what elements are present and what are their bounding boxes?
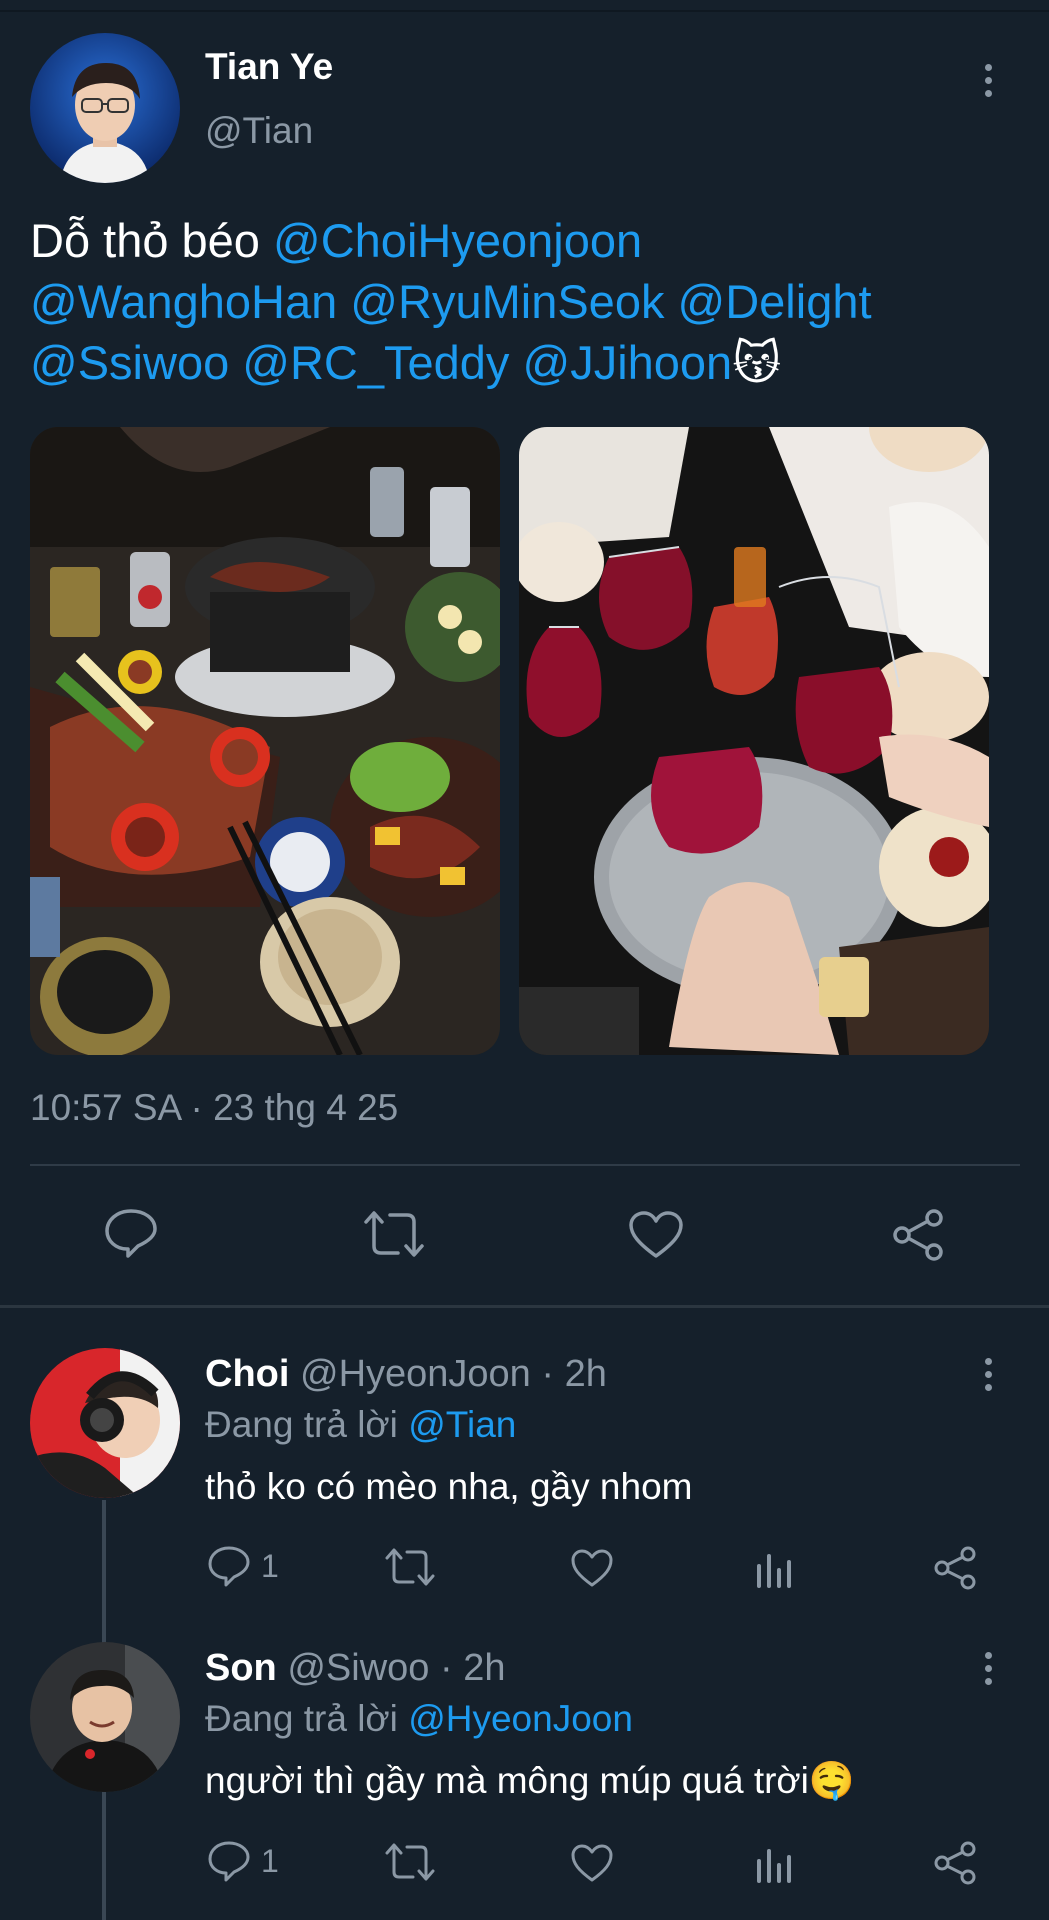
reply-author-name[interactable]: Son: [205, 1647, 277, 1689]
mention-link[interactable]: @ChoiHyeonjoon: [273, 214, 642, 267]
comment-icon: [208, 1546, 250, 1587]
reply-count: 1: [261, 1842, 279, 1879]
reply-text-body: người thì gầy mà mông múp quá trời: [205, 1760, 809, 1801]
reply-author-handle[interactable]: @Siwoo: [287, 1647, 429, 1689]
mention-links[interactable]: @WanghoHan @RyuMinSeok @Delight: [30, 271, 1020, 332]
reply-icon[interactable]: [104, 1208, 158, 1258]
reply-comment-button[interactable]: 1: [207, 1545, 279, 1587]
reply-analytics-icon[interactable]: [754, 1548, 794, 1593]
reply-time: · 2h: [429, 1647, 506, 1689]
reply-avatar[interactable]: [30, 1348, 180, 1498]
author-avatar[interactable]: [30, 33, 180, 183]
like-icon[interactable]: [628, 1210, 684, 1260]
replying-to-label: Đang trả lời: [205, 1698, 409, 1739]
reply-time: · 2h: [530, 1353, 607, 1395]
replying-to-label: Đang trả lời: [205, 1404, 409, 1445]
korean-bbq-table-photo[interactable]: [30, 427, 500, 1055]
red-wine-toast-photo[interactable]: [519, 427, 989, 1055]
more-options-icon[interactable]: [981, 64, 995, 97]
tweet-timestamp: 10:57 SA · 23 thg 4 25: [30, 1087, 399, 1128]
emoji: 🤤: [808, 1760, 855, 1801]
reply-author-handle[interactable]: @HyeonJoon: [300, 1353, 531, 1395]
reply-text: người thì gầy mà mông múp quá trời🤤: [205, 1760, 855, 1803]
reply-more-options-icon[interactable]: [981, 1358, 995, 1391]
reply-author-name[interactable]: Choi: [205, 1353, 289, 1395]
replies-divider: [0, 1305, 1049, 1308]
retweet-icon[interactable]: [362, 1208, 426, 1260]
replying-to-link[interactable]: @HyeonJoon: [408, 1698, 633, 1739]
tweet-text: Dỗ thỏ béo @ChoiHyeonjoon @WanghoHan @Ry…: [30, 210, 1020, 393]
reply-avatar[interactable]: [30, 1642, 180, 1792]
reply-header: Son @Siwoo · 2h: [205, 1647, 505, 1690]
share-icon[interactable]: [890, 1208, 946, 1262]
thread-line: [102, 1792, 106, 1920]
reply-analytics-icon[interactable]: [754, 1843, 794, 1888]
reply-retweet-icon[interactable]: [384, 1546, 436, 1593]
stats-divider: [30, 1164, 1020, 1166]
tweet-text-prefix: Dỗ thỏ béo: [30, 214, 274, 267]
top-divider: [0, 10, 1049, 12]
reply-share-icon[interactable]: [933, 1546, 977, 1595]
reply-comment-button[interactable]: 1: [207, 1840, 279, 1882]
reply-like-icon[interactable]: [570, 1843, 614, 1888]
mention-links[interactable]: @Ssiwoo @RC_Teddy @JJihoon: [30, 336, 732, 389]
reply-text: thỏ ko có mèo nha, gầy nhom: [205, 1466, 693, 1507]
reply-retweet-icon[interactable]: [384, 1841, 436, 1888]
author-name[interactable]: Tian Ye: [205, 46, 333, 88]
reply-like-icon[interactable]: [570, 1548, 614, 1593]
emoji: 😽: [732, 336, 782, 389]
reply-count: 1: [261, 1547, 279, 1584]
replying-to-link[interactable]: @Tian: [408, 1404, 516, 1445]
author-handle[interactable]: @Tian: [205, 110, 313, 152]
reply-share-icon[interactable]: [933, 1841, 977, 1890]
comment-icon: [208, 1841, 250, 1882]
reply-header: Choi @HyeonJoon · 2h: [205, 1353, 607, 1396]
replying-to: Đang trả lời @HyeonJoon: [205, 1698, 633, 1740]
reply-more-options-icon[interactable]: [981, 1652, 995, 1685]
replying-to: Đang trả lời @Tian: [205, 1404, 516, 1446]
